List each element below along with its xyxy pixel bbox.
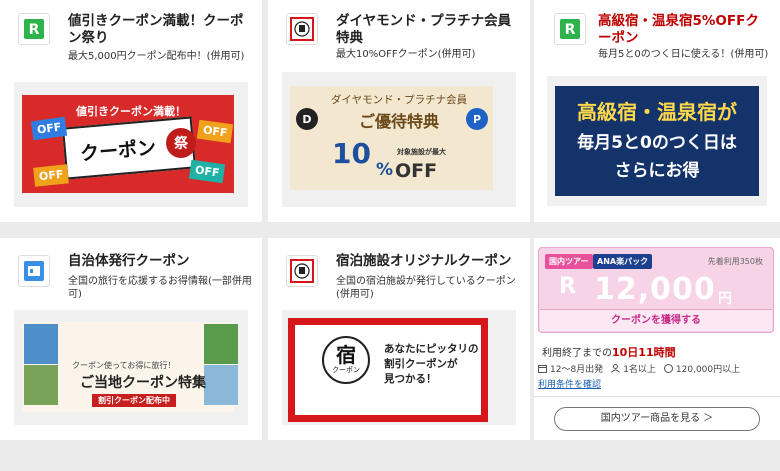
price-icon (663, 364, 673, 373)
scenery-photo (204, 365, 238, 405)
banner-subhead: ダイヤモンド・プラチナ会員 (330, 94, 468, 106)
rakuten-travel-logo: R (18, 13, 50, 45)
rakuten-r-icon: R (559, 274, 576, 299)
festival-seal: 祭 (166, 128, 196, 158)
price-condition: 120,000円以上 (663, 362, 741, 375)
card-title: 自治体発行クーポン (68, 253, 190, 269)
discount-percent: % (376, 160, 394, 180)
calendar-icon (538, 365, 547, 373)
coupon-ticket[interactable]: 国内ツアー ANA楽パック 先着利用350枚 R 12,000 円 クーポンを獲… (538, 247, 774, 333)
countdown: 利用終了までの10日11時間 (542, 344, 676, 360)
people-condition: 1名以上 (611, 362, 656, 375)
ana-package-badge: ANA楽パック (593, 254, 653, 269)
original-coupon-banner[interactable]: 宿 クーポン あなたにピッタリの 割引クーポンが 見つかる！ (282, 310, 516, 425)
banner-line: さらにお得 (614, 161, 700, 181)
banner-subhead: クーポン使ってお得に旅行！ (72, 361, 176, 370)
card-description: 最大5,000円クーポン配布中！(併用可) (68, 51, 245, 62)
platinum-medal-icon: P (466, 108, 488, 130)
card-title: ダイヤモンド・プラチナ会員特典 (336, 13, 512, 46)
card-title: 値引きクーポン満載！クーポン祭り (68, 13, 244, 46)
diamond-medal-icon: D (296, 108, 318, 130)
banner-line: あなたにピッタリの (384, 343, 479, 355)
scenery-photo (204, 324, 238, 364)
banner-headline: ご当地クーポン特集 (80, 375, 206, 391)
coupon-quantity: 先着利用350枚 (707, 257, 763, 266)
municipal-coupon-logo (18, 255, 50, 287)
domestic-tour-badge: 国内ツアー (545, 254, 593, 269)
off-tag: OFF (33, 164, 70, 187)
banner-headline: 値引きクーポン満載！ (76, 105, 186, 118)
banner-message: あなたにピッタリの 割引クーポンが 見つかる！ (384, 342, 479, 387)
card-description: 毎月5と0のつく日に使える！(併用可) (598, 49, 769, 60)
yado-stamp-icon: 宿 クーポン (322, 336, 370, 384)
price-text: 120,000円以上 (675, 365, 741, 375)
banner-line: 見つかる！ (384, 373, 437, 385)
stamp-character: 宿 (336, 343, 356, 367)
yado-stamp-logo (286, 13, 318, 45)
person-icon (611, 364, 621, 373)
banner-button: 割引クーポン配布中 (92, 394, 176, 407)
period-text: 12～8月出発 (550, 365, 604, 375)
discount-off: OFF (395, 160, 438, 182)
banner-line: 割引クーポンが (384, 358, 458, 370)
member-benefit-banner[interactable]: ダイヤモンド・プラチナ会員 ご優待特典 D P 10 対象施設が最大 % OFF (282, 72, 516, 207)
countdown-label: 利用終了までの (542, 348, 612, 359)
local-coupon-banner[interactable]: クーポン使ってお得に旅行！ ご当地クーポン特集 割引クーポン配布中 (14, 310, 248, 425)
card-title: 宿泊施設オリジナルクーポン (336, 253, 512, 269)
coupon-festival-banner[interactable]: 値引きクーポン満載！ クーポン 祭 OFF OFF OFF OFF (14, 82, 248, 207)
domestic-tour-more-button[interactable]: 国内ツアー商品を見る ＞ (554, 407, 760, 431)
card-description: 最大10%OFFクーポン(併用可) (336, 49, 476, 60)
countdown-value: 10日11時間 (612, 346, 676, 359)
card-title: 高級宿・温泉宿5%OFFクーポン (598, 13, 759, 46)
scenery-photo (24, 365, 58, 405)
coupon-unit: 円 (718, 291, 732, 307)
card-description: 全国の宿泊施設が発行しているクーポン(併用可) (336, 276, 516, 300)
scenery-photo (24, 324, 58, 364)
get-coupon-button[interactable]: クーポンを獲得する (540, 309, 772, 331)
banner-line: 毎月5と0のつく日は (577, 133, 737, 153)
coupon-conditions: 12～8月出発 1名以上 120,000円以上 (538, 362, 740, 375)
divider (534, 396, 780, 397)
coupon-amount: 12,000 (594, 272, 716, 307)
stamp-label: クーポン (332, 366, 360, 374)
card-description: 全国の旅行を応援するお得情報(一部併用可) (68, 276, 252, 300)
banner-headline: 高級宿・温泉宿が (577, 100, 737, 124)
discount-note: 対象施設が最大 (397, 148, 446, 156)
rakuten-travel-logo: R (554, 13, 586, 45)
terms-link[interactable]: 利用条件を確認 (538, 377, 601, 390)
departure-period: 12～8月出発 (538, 362, 603, 375)
people-text: 1名以上 (623, 365, 656, 375)
yado-stamp-logo (286, 255, 318, 287)
svg-text:R: R (29, 22, 40, 38)
svg-text:R: R (565, 22, 576, 38)
luxury-onsen-banner[interactable]: 高級宿・温泉宿が 毎月5と0のつく日は さらにお得 (547, 76, 767, 206)
discount-number: 10 (332, 137, 371, 170)
